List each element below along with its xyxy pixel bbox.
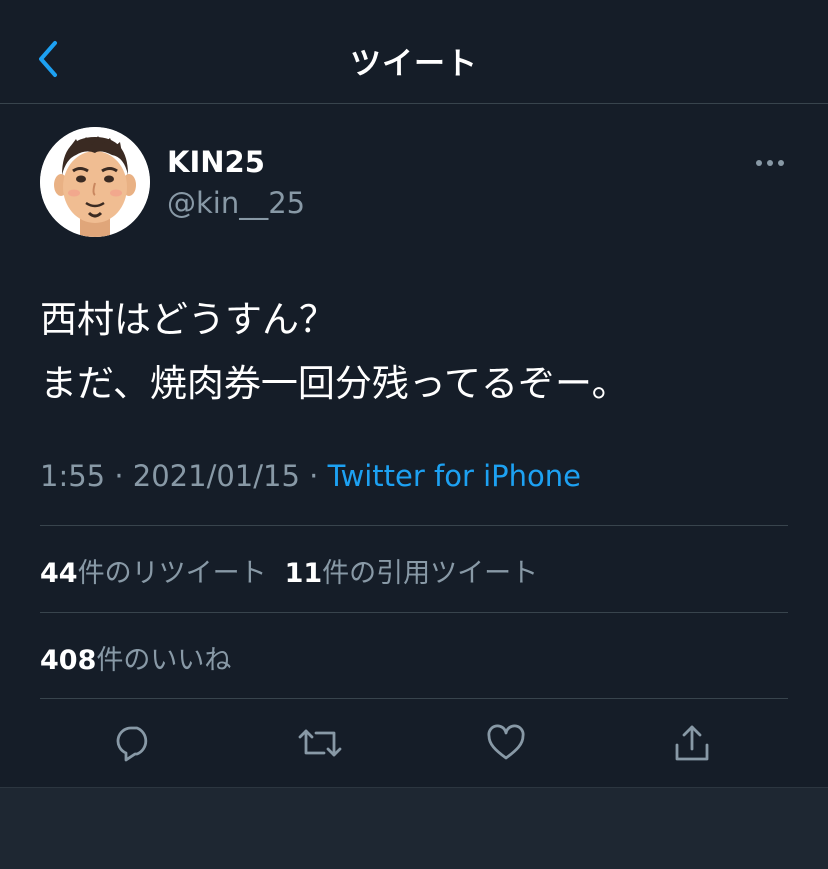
tweet-text-line: 西村はどうすん？ <box>40 298 336 341</box>
tweet-metadata: 1:55 · 2021/01/15 · Twitter for iPhone <box>40 459 581 493</box>
meta-separator: · <box>299 459 328 493</box>
navigation-bar: ツイート <box>0 0 828 104</box>
retweets-count: 44 <box>40 558 78 589</box>
meta-separator: · <box>105 459 133 493</box>
like-button[interactable] <box>482 719 530 767</box>
quotes-stat[interactable]: 11件の引用ツイート <box>285 558 539 589</box>
share-icon <box>675 725 709 761</box>
retweet-button[interactable] <box>296 719 344 767</box>
quotes-count: 11 <box>284 558 323 589</box>
likes-stat[interactable]: 408件のいいね <box>40 645 231 676</box>
likes-label: 件のいいね <box>96 645 232 676</box>
share-button[interactable] <box>668 719 716 767</box>
retweets-label: 件のリツイート <box>77 558 267 589</box>
author-handle[interactable]: @kin__25 <box>167 186 305 220</box>
bottom-bar <box>0 787 828 869</box>
more-icon <box>756 160 784 166</box>
author-display-name[interactable]: KIN25 <box>167 145 265 179</box>
reply-icon <box>116 726 148 762</box>
page-title: ツイート <box>350 46 478 82</box>
more-options-button[interactable] <box>748 150 792 176</box>
retweets-stat[interactable]: 44件のリツイート <box>40 558 267 589</box>
cartoon-avatar-icon <box>40 127 150 237</box>
divider <box>40 525 788 526</box>
tweet-text-line: まだ、焼肉券一回分残ってるぞー。 <box>40 362 629 405</box>
like-icon <box>487 724 525 760</box>
tweet-source-link[interactable]: Twitter for iPhone <box>328 459 581 493</box>
likes-stats-row: 408件のいいね <box>40 638 249 677</box>
avatar[interactable] <box>40 127 150 237</box>
retweet-icon <box>298 729 342 757</box>
tweet-action-bar <box>0 699 828 787</box>
tweet-date: 2021/01/15 <box>132 459 300 493</box>
tweet-time: 1:55 <box>40 459 106 493</box>
divider <box>40 612 788 613</box>
tweet-text: 西村はどうすん？ まだ、焼肉券一回分残ってるぞー。 <box>40 288 800 416</box>
reply-button[interactable] <box>110 719 158 767</box>
likes-count: 408 <box>40 645 97 676</box>
retweet-stats-row: 44件のリツイート 11件の引用ツイート <box>40 551 556 590</box>
quotes-label: 件の引用ツイート <box>322 558 539 589</box>
